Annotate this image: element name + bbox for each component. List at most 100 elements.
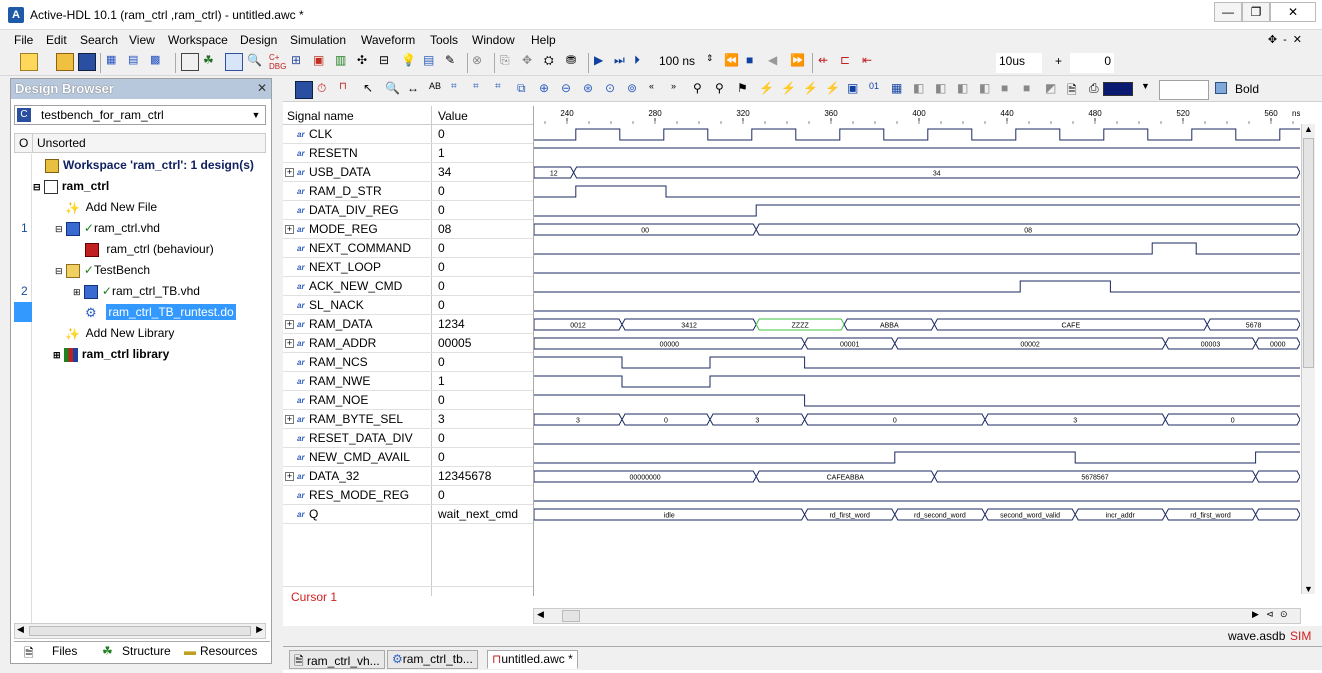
expand-icon[interactable]: + xyxy=(285,225,294,234)
measure-icon[interactable]: ↔ xyxy=(407,81,425,99)
plus-button[interactable]: + xyxy=(1052,53,1068,73)
tab-untitled-awc[interactable]: ⊓untitled.awc * xyxy=(487,650,578,669)
menu-edit[interactable]: Edit xyxy=(46,33,67,47)
zoom-in-icon[interactable]: ⊕ xyxy=(539,81,557,99)
signal-row[interactable]: + ar USB_DATA 34 xyxy=(283,163,533,182)
break-icon[interactable]: ⇷ xyxy=(818,53,836,71)
zoom-full-icon[interactable]: ⊚ xyxy=(627,81,645,99)
signal-icon[interactable]: ⊓ xyxy=(339,81,357,99)
save-waveform-icon[interactable] xyxy=(295,81,313,99)
waveform-canvas[interactable]: 240 280 320 360 400 440 480 520 560 ns 12 34 00 08 001… xyxy=(533,106,1300,596)
hscroll-thumb[interactable] xyxy=(562,610,580,622)
find-icon[interactable]: 🔍 xyxy=(247,53,265,71)
save-icon[interactable] xyxy=(78,53,96,71)
expand-icon[interactable]: + xyxy=(285,415,294,424)
signal-row[interactable]: ar SL_NACK 0 xyxy=(283,296,533,315)
scroll-right-icon[interactable]: ▶ xyxy=(1252,609,1259,620)
signal-row[interactable]: ar ACK_NEW_CMD 0 xyxy=(283,277,533,296)
col-signal-name[interactable]: Signal name xyxy=(287,109,354,123)
bulb-icon[interactable]: 💡 xyxy=(401,53,419,71)
copy-icon[interactable]: ⧉ xyxy=(517,81,535,99)
maximize-button[interactable]: ❐ xyxy=(1242,2,1270,22)
col-value[interactable]: Value xyxy=(438,109,468,123)
tree-item-testbench[interactable]: ⊟ ✓TestBench xyxy=(55,260,150,280)
signal-row[interactable]: ar DATA_DIV_REG 0 xyxy=(283,201,533,220)
scroll-right-icon[interactable]: ▶ xyxy=(256,624,263,635)
radix-icon[interactable]: 01 xyxy=(869,81,887,99)
tree-item-ram-ctrl[interactable]: ⊟ ram_ctrl xyxy=(33,176,109,196)
collapse-icon[interactable]: ⊟ xyxy=(55,266,63,276)
collapse-icon[interactable]: ⊟ xyxy=(33,182,41,192)
cursor-label[interactable]: Cursor 1 xyxy=(291,590,337,604)
chevron-down-icon[interactable]: ▼ xyxy=(1141,81,1159,99)
mdi-controls[interactable]: ✥-✕ xyxy=(1268,33,1308,46)
signal-row[interactable]: ar RES_MODE_REG 0 xyxy=(283,486,533,505)
signal-row[interactable]: ar RAM_NCS 0 xyxy=(283,353,533,372)
menu-waveform[interactable]: Waveform xyxy=(361,33,415,47)
tree-item-runtest-do[interactable]: ⚙ ram_ctrl_TB_runtest.do xyxy=(85,302,236,322)
open-folder-icon[interactable] xyxy=(56,53,74,71)
signal-row[interactable]: + ar RAM_BYTE_SEL 3 xyxy=(283,410,533,429)
breakpoint-icon[interactable]: ⊏ xyxy=(840,53,858,71)
marker-icon[interactable]: ⚑ xyxy=(737,81,755,99)
compile-all-icon[interactable]: ▤ xyxy=(128,53,146,71)
step-back-icon[interactable]: ⏪ xyxy=(724,53,742,71)
bus-value-icon[interactable]: ⌗ xyxy=(473,81,491,99)
tree-horizontal-scrollbar[interactable]: ◀ ▶ xyxy=(14,623,266,639)
tree-item-ram-ctrl-library[interactable]: ⊞ ram_ctrl library xyxy=(53,344,169,364)
signal-row[interactable]: ar RAM_D_STR 0 xyxy=(283,182,533,201)
grid-icon[interactable]: ▩ xyxy=(150,53,168,71)
bold-checkbox[interactable] xyxy=(1215,82,1227,94)
scroll-up-icon[interactable]: ▲ xyxy=(1304,124,1313,134)
signal-row[interactable]: + ar RAM_DATA 1234 xyxy=(283,315,533,334)
signal-row[interactable]: ar NEXT_LOOP 0 xyxy=(283,258,533,277)
binoculars-icon[interactable]: ⚲ xyxy=(693,81,711,99)
settings-icon[interactable]: ⊟ xyxy=(379,53,397,71)
stop-icon[interactable]: ■ xyxy=(746,53,764,71)
menu-design[interactable]: Design xyxy=(240,33,277,47)
signal-row[interactable]: ar RAM_NOE 0 xyxy=(283,391,533,410)
minimize-button[interactable]: — xyxy=(1214,2,1242,22)
collapse-icon[interactable]: ⊟ xyxy=(55,224,63,234)
tool-4-icon[interactable]: ⛃ xyxy=(566,53,584,71)
hierarchy-icon[interactable]: ☘ xyxy=(203,53,221,71)
zoom-range-icon[interactable]: ⊛ xyxy=(583,81,601,99)
signal-row[interactable]: ar CLK 0 xyxy=(283,125,533,144)
binoculars-next-icon[interactable]: ⚲ xyxy=(715,81,733,99)
zoom-fit-icon[interactable]: ⊙ xyxy=(605,81,623,99)
next-edge-icon[interactable]: » xyxy=(671,81,689,99)
menu-simulation[interactable]: Simulation xyxy=(290,33,346,47)
scroll-thumb[interactable] xyxy=(29,626,251,636)
ungroup-icon[interactable]: ⌗ xyxy=(495,81,513,99)
compile-icon[interactable]: ▦ xyxy=(106,53,124,71)
tool-3-icon[interactable]: ⛭ xyxy=(544,53,562,71)
menu-view[interactable]: View xyxy=(129,33,155,47)
menu-workspace[interactable]: Workspace xyxy=(168,33,228,47)
counter-field[interactable]: 0 xyxy=(1070,53,1114,73)
layout-icon[interactable]: ✣ xyxy=(357,53,375,71)
signal-row[interactable]: ar RESETN 1 xyxy=(283,144,533,163)
tab-files[interactable]: Files xyxy=(52,644,77,658)
cursor-row[interactable]: Cursor 1 xyxy=(283,586,533,606)
scroll-down-icon[interactable]: ▼ xyxy=(1304,584,1313,594)
wave-horizontal-scrollbar[interactable]: ◀ ▶ ⊲ ⊙ xyxy=(533,608,1301,624)
expand-icon[interactable]: ⊞ xyxy=(73,287,81,297)
sim-time-field[interactable]: 10us xyxy=(996,53,1042,73)
scroll-left-icon[interactable]: ◀ xyxy=(17,624,24,635)
menu-tools[interactable]: Tools xyxy=(430,33,458,47)
close-button[interactable]: ✕ xyxy=(1270,2,1316,22)
expand-icon[interactable]: + xyxy=(285,320,294,329)
tree-item-workspace[interactable]: Workspace 'ram_ctrl': 1 design(s) xyxy=(45,155,254,175)
tab-resources[interactable]: Resources xyxy=(200,644,257,658)
menu-file[interactable]: File xyxy=(14,33,33,47)
tab-ram-ctrl-tb[interactable]: ⚙ram_ctrl_tb... xyxy=(387,650,478,669)
tree-item-ram-ctrl-tb-vhd[interactable]: ⊞ ✓ram_ctrl_TB.vhd xyxy=(73,281,200,301)
column-o[interactable]: O xyxy=(19,134,28,152)
color-swatch[interactable] xyxy=(1103,82,1133,96)
window-icon[interactable] xyxy=(225,53,243,71)
scroll-end-icon[interactable]: ⊲ xyxy=(1266,609,1274,620)
scroll-center-icon[interactable]: ⊙ xyxy=(1280,609,1288,620)
run-icon[interactable]: ▶ xyxy=(594,53,612,71)
run-until-icon[interactable]: ⏭ xyxy=(614,53,632,71)
document-icon[interactable]: ▤ xyxy=(423,53,441,71)
